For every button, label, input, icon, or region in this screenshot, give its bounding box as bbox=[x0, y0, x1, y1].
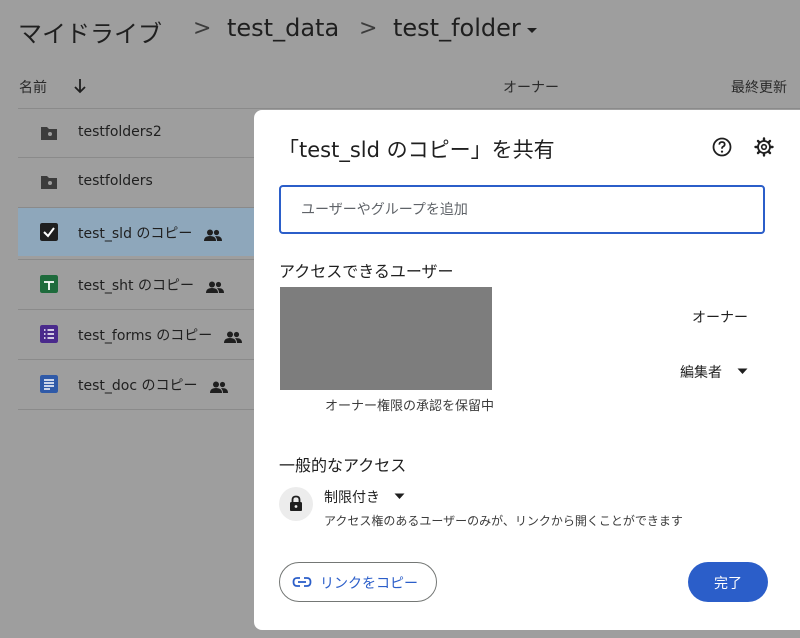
done-button[interactable]: 完了 bbox=[688, 562, 768, 602]
dialog-title: 「test_sld のコピー」を共有 bbox=[278, 138, 555, 162]
column-header-owner[interactable]: オーナー bbox=[503, 77, 559, 97]
file-name-text: test_forms のコピー bbox=[78, 328, 213, 344]
lock-icon bbox=[290, 495, 302, 511]
file-name: test_sld のコピー bbox=[78, 223, 223, 243]
file-name: testfolders bbox=[78, 173, 153, 189]
file-name: test_sht のコピー bbox=[78, 275, 224, 295]
editor-role-label: 編集者 bbox=[680, 365, 722, 381]
slides-checkbox-icon bbox=[40, 223, 58, 241]
general-access-heading: 一般的なアクセス bbox=[279, 456, 407, 475]
add-people-input[interactable] bbox=[279, 185, 765, 234]
breadcrumb-separator: > bbox=[359, 16, 378, 41]
copy-link-label: リンクをコピー bbox=[320, 576, 418, 592]
pending-ownership-note: オーナー権限の承認を保留中 bbox=[325, 399, 495, 414]
forms-icon bbox=[40, 325, 58, 343]
shared-people-icon bbox=[224, 331, 243, 343]
caret-down-icon[interactable] bbox=[526, 27, 538, 35]
folder-shared-icon bbox=[41, 176, 57, 189]
breadcrumb-separator: > bbox=[193, 16, 212, 41]
lock-icon-container bbox=[279, 487, 313, 521]
copy-link-button[interactable]: リンクをコピー bbox=[279, 562, 437, 602]
shared-people-icon bbox=[204, 229, 223, 241]
help-icon[interactable] bbox=[711, 136, 733, 158]
share-dialog: 「test_sld のコピー」を共有 アクセスできるユーザー オーナー 編集者 … bbox=[254, 110, 800, 630]
file-name: test_doc のコピー bbox=[78, 375, 228, 395]
column-header-name[interactable]: 名前 bbox=[19, 77, 47, 97]
breadcrumb-item-test-folder[interactable]: test_folder bbox=[393, 14, 521, 42]
redacted-user-info bbox=[280, 287, 492, 390]
breadcrumb-item-test-data[interactable]: test_data bbox=[227, 14, 339, 42]
sheets-icon bbox=[40, 275, 58, 293]
people-with-access-heading: アクセスできるユーザー bbox=[279, 262, 454, 281]
file-name-text: test_doc のコピー bbox=[78, 378, 198, 394]
access-dropdown-caret-icon[interactable] bbox=[394, 493, 405, 500]
folder-shared-icon bbox=[41, 127, 57, 140]
done-label: 完了 bbox=[714, 576, 742, 592]
role-dropdown-caret-icon[interactable] bbox=[737, 368, 748, 375]
file-name-text: test_sld のコピー bbox=[78, 226, 193, 242]
owner-role-label: オーナー bbox=[692, 310, 748, 326]
shared-people-icon bbox=[206, 281, 224, 293]
general-access-description: アクセス権のあるユーザーのみが、リンクから開くことができます bbox=[324, 514, 683, 528]
editor-role-dropdown[interactable]: 編集者 bbox=[680, 362, 722, 382]
shared-people-icon bbox=[209, 381, 228, 393]
general-access-dropdown[interactable]: 制限付き bbox=[324, 487, 380, 507]
file-name: testfolders2 bbox=[78, 124, 162, 140]
breadcrumb-item-my-drive[interactable]: マイドライブ bbox=[18, 14, 162, 49]
file-name-text: test_sht のコピー bbox=[78, 278, 194, 294]
file-name: test_forms のコピー bbox=[78, 325, 243, 345]
docs-icon bbox=[40, 375, 58, 393]
sort-arrow-down-icon[interactable] bbox=[73, 78, 87, 94]
settings-gear-icon[interactable] bbox=[753, 136, 775, 158]
link-icon bbox=[292, 577, 312, 587]
column-header-modified[interactable]: 最終更新 bbox=[731, 77, 787, 97]
general-access-label: 制限付き bbox=[324, 490, 380, 506]
